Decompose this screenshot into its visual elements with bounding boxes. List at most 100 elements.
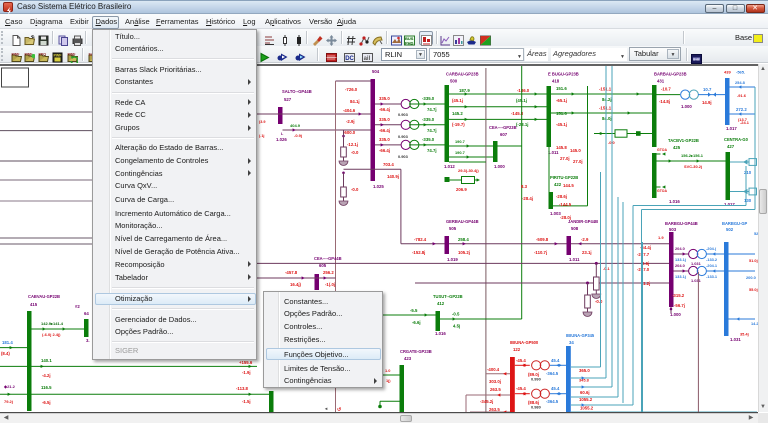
svg-text:-1(.0j: -1(.0j bbox=[325, 282, 335, 287]
svg-text:508: 508 bbox=[571, 226, 579, 231]
svg-text:-726.0: -726.0 bbox=[345, 87, 358, 92]
svg-text:133.1j: 133.1j bbox=[675, 274, 686, 279]
svg-text:505: 505 bbox=[449, 226, 457, 231]
svg-text:335.0: 335.0 bbox=[379, 137, 390, 142]
svg-text:142.9▸141.4: 142.9▸141.4 bbox=[41, 321, 64, 326]
svg-text:34: 34 bbox=[569, 340, 574, 345]
svg-text:45.4: 45.4 bbox=[551, 386, 560, 391]
svg-text:-335.0: -335.0 bbox=[422, 137, 435, 142]
svg-text:1.017: 1.017 bbox=[724, 202, 735, 207]
svg-text:-186.0: -186.0 bbox=[517, 88, 530, 93]
svg-text:-345.2j: -345.2j bbox=[480, 399, 493, 404]
svg-text:210: 210 bbox=[744, 170, 752, 175]
svg-text:439: 439 bbox=[724, 70, 731, 75]
svg-text:PWF: PWF bbox=[11, 53, 20, 57]
svg-text:23.1j: 23.1j bbox=[582, 250, 592, 255]
svg-text:1.026: 1.026 bbox=[276, 137, 287, 142]
svg-text:#2: #2 bbox=[75, 304, 80, 309]
svg-text:-10.7: -10.7 bbox=[661, 87, 671, 92]
svg-text:-364.5: -364.5 bbox=[546, 399, 559, 404]
svg-text:190.7: 190.7 bbox=[455, 150, 465, 155]
svg-text:256.2: 256.2 bbox=[323, 270, 334, 275]
svg-text:(8.4): (8.4) bbox=[1, 351, 10, 356]
svg-text:GTOA: GTOA bbox=[657, 148, 668, 152]
svg-text:-400.4: -400.4 bbox=[487, 367, 500, 372]
svg-text:-0.0: -0.0 bbox=[351, 150, 359, 155]
svg-text:145.0: 145.0 bbox=[570, 148, 581, 153]
svg-text:CENTRA-G0: CENTRA-G0 bbox=[724, 137, 749, 142]
svg-text:TACBV1-GP22B: TACBV1-GP22B bbox=[668, 138, 699, 143]
svg-text:SALTO--GP44B: SALTO--GP44B bbox=[282, 89, 312, 94]
svg-text:0.6j: 0.6j bbox=[642, 261, 649, 266]
svg-text:-151.1: -151.1 bbox=[599, 87, 612, 92]
svg-text:1.9: 1.9 bbox=[658, 235, 664, 240]
svg-text:14.9j: 14.9j bbox=[702, 100, 712, 105]
svg-text:-1.5j: -1.5j bbox=[242, 399, 251, 404]
svg-text:CRGATE-GP23B: CRGATE-GP23B bbox=[400, 349, 432, 354]
svg-text:156.2▸156.1: 156.2▸156.1 bbox=[681, 153, 704, 158]
svg-text:200.0: 200.0 bbox=[746, 275, 756, 280]
svg-text:-565.: -565. bbox=[736, 70, 745, 75]
svg-text:-14.8j: -14.8j bbox=[659, 99, 670, 104]
svg-text:145.2: 145.2 bbox=[452, 111, 463, 116]
svg-text:74.7j: 74.7j bbox=[427, 128, 437, 133]
svg-text:-0.9j: -0.9j bbox=[294, 133, 302, 138]
svg-text:431: 431 bbox=[657, 79, 665, 84]
svg-text:1.000: 1.000 bbox=[494, 164, 505, 169]
svg-text:502: 502 bbox=[726, 227, 734, 232]
svg-text:422: 422 bbox=[554, 182, 562, 187]
svg-text:JANDIR-GP44B: JANDIR-GP44B bbox=[568, 219, 598, 224]
svg-text:14.2: 14.2 bbox=[751, 321, 758, 326]
svg-text:29.3(-30.4j): 29.3(-30.4j) bbox=[458, 168, 479, 173]
svg-text:51.0j: 51.0j bbox=[749, 258, 758, 263]
svg-text:415: 415 bbox=[30, 302, 38, 307]
svg-text:1j): 1j) bbox=[386, 378, 391, 383]
svg-text:-600.0: -600.0 bbox=[343, 130, 356, 135]
svg-text:335.0: 335.0 bbox=[379, 96, 390, 101]
svg-text:-91.6: -91.6 bbox=[737, 93, 747, 98]
svg-text:412: 412 bbox=[437, 301, 445, 306]
svg-text:PIRITU-GP22B: PIRITU-GP22B bbox=[550, 175, 578, 180]
svg-text:-204.(: -204.( bbox=[706, 246, 717, 251]
svg-text:84.2j: 84.2j bbox=[602, 97, 612, 102]
svg-text:-2.9j: -2.9j bbox=[346, 119, 355, 124]
svg-text:-45.4: -45.4 bbox=[516, 386, 526, 391]
svg-text:(45.1j: (45.1j bbox=[452, 98, 463, 103]
svg-text:10.7: 10.7 bbox=[703, 87, 712, 92]
svg-text:45.4: 45.4 bbox=[551, 358, 560, 363]
svg-text:-6.5j: -6.5j bbox=[42, 400, 51, 405]
svg-text:-364.5: -364.5 bbox=[546, 371, 559, 376]
svg-text:BARBGU-GP44B: BARBGU-GP44B bbox=[665, 221, 698, 226]
svg-text:PWF: PWF bbox=[54, 54, 63, 58]
svg-text:-315.2: -315.2 bbox=[672, 293, 685, 298]
svg-text:CEA----GP23B: CEA----GP23B bbox=[489, 125, 517, 130]
svg-text:BARBAU-GP23B: BARBAU-GP23B bbox=[654, 72, 687, 77]
svg-text:84.1j: 84.1j bbox=[350, 99, 360, 104]
svg-text:122: 122 bbox=[513, 347, 521, 352]
svg-text:PPO: PPO bbox=[39, 53, 47, 57]
svg-text:PWF: PWF bbox=[67, 53, 76, 57]
svg-text:-144.5: -144.5 bbox=[559, 202, 572, 207]
svg-text:151.6: 151.6 bbox=[556, 111, 567, 116]
svg-text:35.4j: 35.4j bbox=[740, 332, 749, 337]
svg-text:527: 527 bbox=[284, 97, 292, 102]
svg-text:1.000: 1.000 bbox=[670, 312, 681, 317]
svg-text:(89.0j: (89.0j bbox=[528, 372, 539, 377]
svg-text:74.7j: 74.7j bbox=[427, 107, 437, 112]
svg-text:84.0j: 84.0j bbox=[602, 116, 612, 121]
svg-text:-217.0: -217.0 bbox=[637, 267, 650, 272]
svg-text:(.1j: (.1j bbox=[259, 134, 265, 138]
svg-text:◂: ◂ bbox=[324, 406, 328, 411]
svg-text:1.017: 1.017 bbox=[726, 126, 737, 131]
svg-text:-133.1: -133.1 bbox=[706, 274, 718, 279]
svg-text:187.9: 187.9 bbox=[459, 88, 470, 93]
svg-text:79.2j: 79.2j bbox=[4, 399, 13, 404]
svg-text:151.6: 151.6 bbox=[556, 86, 567, 91]
svg-text:144.5: 144.5 bbox=[563, 183, 574, 188]
svg-text:TUSUT--GP22B: TUSUT--GP22B bbox=[433, 294, 463, 299]
svg-text:-0.1: -0.1 bbox=[603, 266, 611, 271]
svg-text:27.0j: 27.0j bbox=[560, 156, 570, 161]
svg-text:◆21.2: ◆21.2 bbox=[3, 384, 16, 389]
svg-text:-404.6: -404.6 bbox=[343, 108, 356, 113]
svg-text:-2.9: -2.9 bbox=[581, 237, 589, 242]
